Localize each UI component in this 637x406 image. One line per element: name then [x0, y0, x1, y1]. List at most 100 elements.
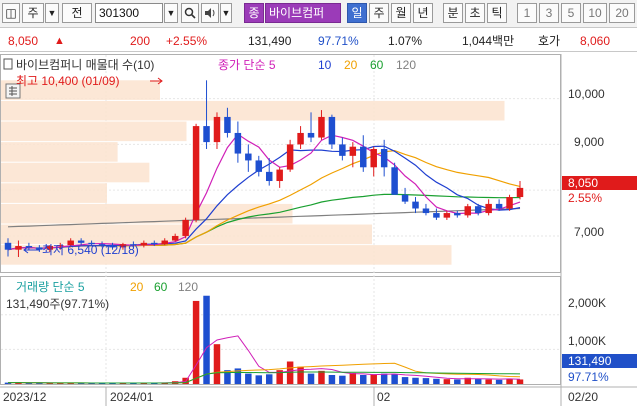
period-tab-month[interactable]: 월 [391, 3, 411, 23]
stock-code-input[interactable]: 301300 [95, 3, 163, 23]
period-tab-minute[interactable]: 분 [443, 3, 463, 23]
price-change: 200 [130, 34, 151, 48]
current-volume-tag-text: 131,490 [568, 354, 612, 368]
period-tab-tick-label: 틱 [491, 6, 503, 20]
legend-ma120: 120 [396, 58, 416, 72]
candle-body [297, 132, 304, 145]
candle-body [506, 197, 513, 209]
candle-body [255, 160, 263, 172]
volume-bar [412, 377, 419, 384]
stock-name[interactable]: 바이브컴퍼 [265, 3, 341, 23]
candle-body [224, 116, 231, 133]
interval-1[interactable]: 1 [517, 3, 537, 23]
period-tab-day[interactable]: 일 [347, 3, 367, 23]
candle-body [474, 206, 482, 214]
volume-bar [265, 374, 273, 384]
candle-body [328, 116, 336, 145]
chart-canvas[interactable]: 10,000 9,000 7,000 8,050 2.55% 2,000K 1,… [0, 54, 637, 406]
interval-10[interactable]: 10 [583, 3, 607, 23]
candle-body [349, 146, 357, 156]
volume-ratio: 97.71% [318, 34, 359, 48]
price-axis-label: 10,000 [568, 87, 605, 101]
candle-body [161, 240, 168, 245]
interval-3[interactable]: 3 [539, 3, 559, 23]
period-selector[interactable]: 전 [62, 3, 92, 23]
candle-body [265, 171, 273, 182]
period-tab-second-label: 초 [469, 6, 481, 20]
interval-5[interactable]: 5 [561, 3, 581, 23]
trade-amount: 1,044백만 [462, 34, 515, 48]
menu-dropdown-icon[interactable]: ▼ [45, 3, 59, 23]
candle-body [318, 116, 325, 138]
date-axis-label: 2024/01 [110, 390, 154, 404]
candle-body [307, 132, 315, 138]
period-tab-year[interactable]: 년 [413, 3, 433, 23]
candle-body [203, 126, 210, 143]
volume-bar [192, 300, 200, 384]
price-axis-label: 9,000 [574, 135, 604, 149]
volume-bar [255, 375, 263, 384]
price-axis-label: 7,000 [574, 225, 604, 239]
volume-profile-band [1, 183, 107, 203]
candle-body [495, 203, 503, 209]
code-dropdown-icon[interactable]: ▼ [164, 3, 178, 23]
volume-bar [307, 373, 315, 384]
candle-body [401, 194, 409, 202]
volume-bar [213, 344, 221, 384]
volume-axis-label: 2,000K [568, 296, 606, 310]
toolbar: ◫ 주 ▼ 전 301300 ▼ ▼ 종 바이브컴퍼 일 주 월 년 분 초 틱… [0, 0, 637, 28]
volume-axis-label: 1,000K [568, 334, 606, 348]
speaker-dropdown-icon[interactable]: ▼ [220, 3, 232, 23]
interval-5-label: 5 [567, 6, 575, 20]
candle-body [15, 246, 22, 250]
stock-name-text: 바이브컴퍼 [269, 6, 325, 20]
interval-20-label: 20 [615, 6, 629, 20]
menu-selector[interactable]: 주 [22, 3, 44, 23]
search-icon[interactable] [181, 3, 199, 23]
speaker-icon[interactable] [201, 3, 219, 23]
candle-body [454, 213, 461, 216]
volume-bar [443, 379, 451, 384]
volume-bar [328, 375, 336, 384]
candle-body [370, 148, 377, 168]
volume-bar [516, 379, 524, 384]
candle-body [192, 126, 200, 220]
candle-body [433, 213, 440, 218]
quote-bar: 8,050 ▲ 200 +2.55% 131,490 97.71% 1.07% … [0, 30, 637, 52]
period-label: 전 [71, 6, 83, 20]
stock-code: 301300 [99, 6, 140, 20]
volume-profile-band [1, 142, 118, 162]
window-menu-icon[interactable]: ◫ [2, 3, 20, 23]
low-annotation: 최저 6,540 (12/18) [42, 243, 139, 257]
volume-bar [454, 379, 461, 384]
change-arrow-icon: ▲ [54, 35, 65, 47]
volume-bar [245, 373, 252, 384]
volume-bar [401, 377, 409, 384]
volume-legend-title: 거래량 단순 5 [16, 280, 85, 294]
candle-body [380, 148, 388, 168]
candle-body [140, 242, 148, 246]
name-toggle[interactable]: 종 [244, 3, 264, 23]
candle-body [151, 242, 158, 245]
period-tab-year-label: 년 [417, 6, 429, 20]
candle-body [25, 246, 33, 248]
period-tab-week[interactable]: 주 [369, 3, 389, 23]
period-tab-month-label: 월 [395, 6, 407, 20]
candle-body [443, 213, 451, 218]
volume-bar [506, 378, 513, 384]
volume-bar [349, 372, 357, 384]
legend-ma5: 종가 단순 5 [218, 58, 276, 72]
volume-bar [391, 374, 398, 384]
volume-bar [360, 375, 367, 384]
volume-profile-band [1, 162, 150, 183]
period-tab-second[interactable]: 초 [465, 3, 485, 23]
period-tab-tick[interactable]: 틱 [487, 3, 507, 23]
volume-profile-band [1, 100, 505, 121]
legend-ma20: 20 [344, 58, 358, 72]
candle-body [412, 201, 419, 209]
volume-legend-ma60: 60 [154, 280, 168, 294]
stock-chart[interactable]: 10,000 9,000 7,000 8,050 2.55% 2,000K 1,… [0, 54, 637, 406]
candle-body [182, 219, 189, 236]
volume-bar [485, 379, 492, 384]
interval-20[interactable]: 20 [609, 3, 635, 23]
